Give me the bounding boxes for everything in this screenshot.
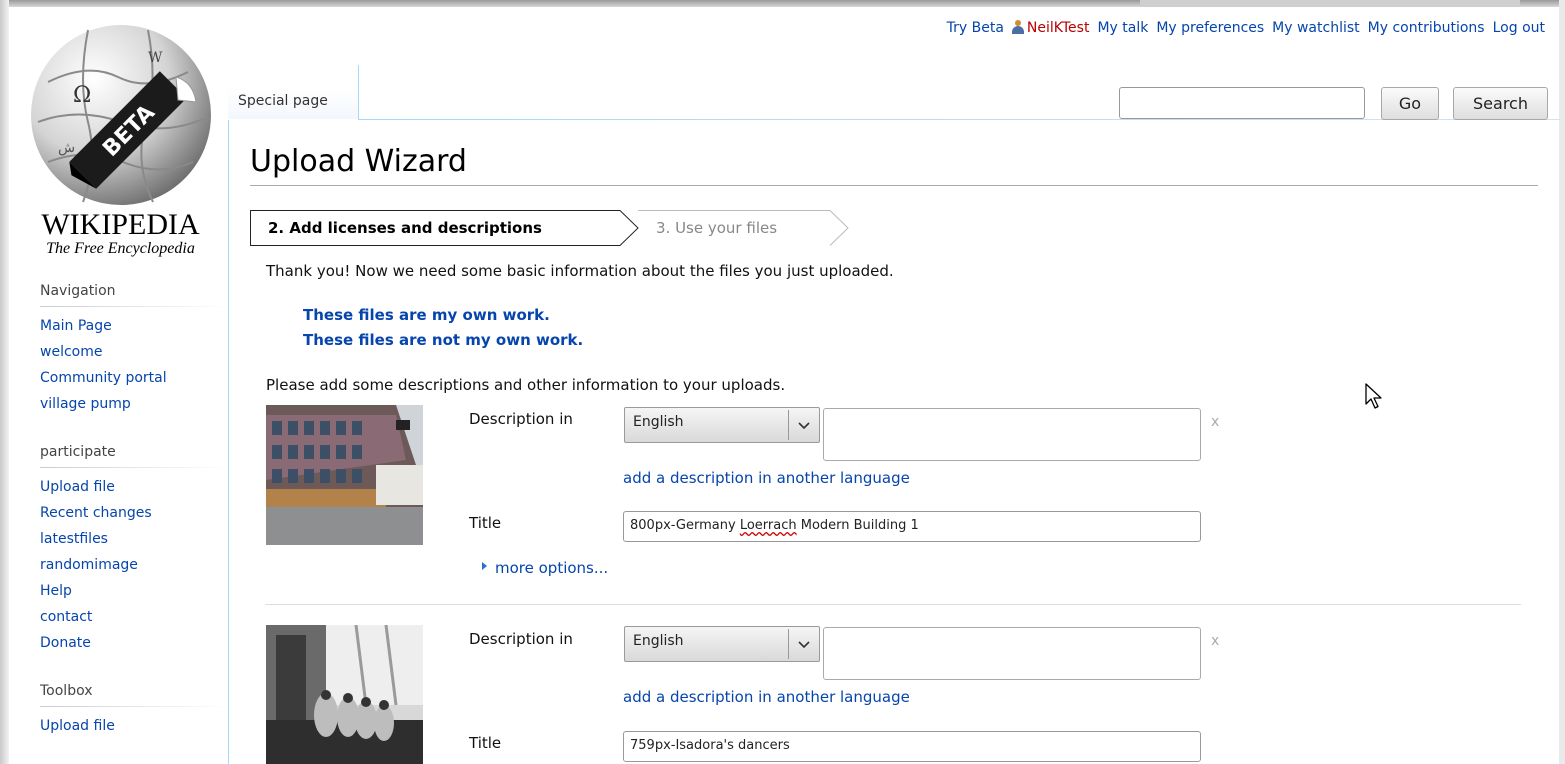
sidebar-item-main-page[interactable]: Main Page: [40, 318, 112, 334]
my-watchlist-link[interactable]: My watchlist: [1272, 20, 1359, 36]
description-label-2: Description in: [469, 630, 573, 648]
svg-text:W: W: [148, 50, 163, 66]
wikipedia-logo[interactable]: Ω W ش BETA WIKIPEDIA The Free Encycloped…: [18, 12, 223, 262]
chevron-down-icon: [798, 641, 810, 649]
user-page-link[interactable]: NeilKTest: [1011, 20, 1090, 36]
language-select-1[interactable]: English: [624, 407, 820, 443]
log-out-link[interactable]: Log out: [1493, 20, 1545, 36]
sidebar-item-recent-changes[interactable]: Recent changes: [40, 505, 152, 521]
wikipedia-wordmark: WIKIPEDIA: [41, 208, 200, 241]
tab-special-page[interactable]: Special page: [228, 65, 359, 119]
window-top-border: [0, 0, 1565, 7]
wikipedia-tagline: The Free Encyclopedia: [46, 240, 195, 257]
my-contributions-link[interactable]: My contributions: [1368, 20, 1485, 36]
title-text-misspelled: Loerrach: [739, 518, 797, 533]
add-language-link-1[interactable]: add a description in another language: [623, 469, 910, 487]
upload-thumbnail-building: [266, 405, 423, 545]
not-own-work-option[interactable]: These files are not my own work.: [303, 331, 583, 349]
description-input-2[interactable]: [823, 627, 1201, 680]
toolbox-item-upload-file[interactable]: Upload file: [40, 718, 115, 734]
sidebar-item-help[interactable]: Help: [40, 583, 72, 599]
upload-thumbnail-dancers: [266, 625, 423, 764]
intro-text: Thank you! Now we need some basic inform…: [266, 262, 894, 280]
mouse-cursor-icon: [1365, 383, 1382, 409]
my-preferences-link[interactable]: My preferences: [1156, 20, 1264, 36]
language-select-value-2: English: [633, 633, 684, 649]
sidebar-item-latestfiles[interactable]: latestfiles: [40, 531, 108, 547]
my-talk-link[interactable]: My talk: [1097, 20, 1148, 36]
own-work-option[interactable]: These files are my own work.: [303, 306, 550, 324]
window-scrollbar[interactable]: [1559, 0, 1565, 764]
description-input-1[interactable]: [823, 408, 1201, 461]
remove-description-1[interactable]: x: [1211, 414, 1219, 430]
expand-triangle-icon: [482, 562, 487, 570]
search-button[interactable]: Search: [1453, 87, 1548, 120]
user-icon: [1011, 20, 1024, 34]
window-left-edge: [0, 0, 9, 764]
username-label: NeilKTest: [1026, 20, 1090, 36]
title-label-1: Title: [469, 514, 502, 532]
sidebar-item-welcome[interactable]: welcome: [40, 344, 102, 360]
language-select-2[interactable]: English: [624, 626, 820, 662]
title-input-1[interactable]: 800px-Germany Loerrach Modern Building 1: [623, 511, 1201, 542]
tab-special-page-label: Special page: [238, 93, 328, 109]
language-select-value-1: English: [633, 414, 684, 430]
sidebar-item-village-pump[interactable]: village pump: [40, 396, 131, 412]
step-use-files: 3. Use your files: [656, 219, 778, 237]
portal-participate: participate Upload file Recent changes l…: [40, 439, 230, 656]
portal-navigation-heading: Navigation: [40, 278, 228, 307]
page-title: Upload Wizard: [250, 144, 467, 179]
step-add-licenses: 2. Add licenses and descriptions: [268, 219, 542, 237]
title-text-1a: 800px-Germany: [630, 518, 740, 533]
tab-baseline: [358, 119, 1560, 120]
sidebar-item-randomimage[interactable]: randomimage: [40, 557, 138, 573]
add-language-link-2[interactable]: add a description in another language: [623, 688, 910, 706]
sidebar-item-upload-file[interactable]: Upload file: [40, 479, 115, 495]
sidebar-item-contact[interactable]: contact: [40, 609, 92, 625]
portal-participate-heading: participate: [40, 439, 228, 468]
chevron-down-icon: [798, 422, 810, 430]
puzzle-globe-icon: Ω W ش BETA: [31, 25, 211, 205]
remove-description-2[interactable]: x: [1211, 633, 1219, 649]
sidebar-item-donate[interactable]: Donate: [40, 635, 91, 651]
sidebar-item-community-portal[interactable]: Community portal: [40, 370, 167, 386]
search-input[interactable]: [1119, 87, 1365, 119]
title-label-2: Title: [469, 734, 502, 752]
description-label-1: Description in: [469, 410, 573, 428]
go-button[interactable]: Go: [1381, 87, 1439, 120]
personal-tools: Try Beta NeilKTest My talk My preference…: [947, 20, 1545, 36]
portal-toolbox-heading: Toolbox: [40, 678, 228, 707]
svg-text:Ω: Ω: [73, 83, 91, 108]
title-input-2[interactable]: 759px-Isadora's dancers: [623, 731, 1201, 762]
upload-separator: [265, 604, 1521, 605]
portal-toolbox: Toolbox Upload file: [40, 678, 230, 739]
more-options-toggle[interactable]: more options...: [482, 559, 608, 577]
sidebar: Navigation Main Page welcome Community p…: [40, 278, 230, 761]
try-beta-link[interactable]: Try Beta: [947, 20, 1004, 36]
add-info-text: Please add some descriptions and other i…: [266, 376, 786, 394]
portal-navigation: Navigation Main Page welcome Community p…: [40, 278, 230, 417]
title-underline: [250, 185, 1538, 186]
title-text-1b: Modern Building 1: [796, 518, 919, 533]
more-options-label: more options...: [495, 559, 609, 577]
svg-text:ش: ش: [58, 140, 75, 156]
